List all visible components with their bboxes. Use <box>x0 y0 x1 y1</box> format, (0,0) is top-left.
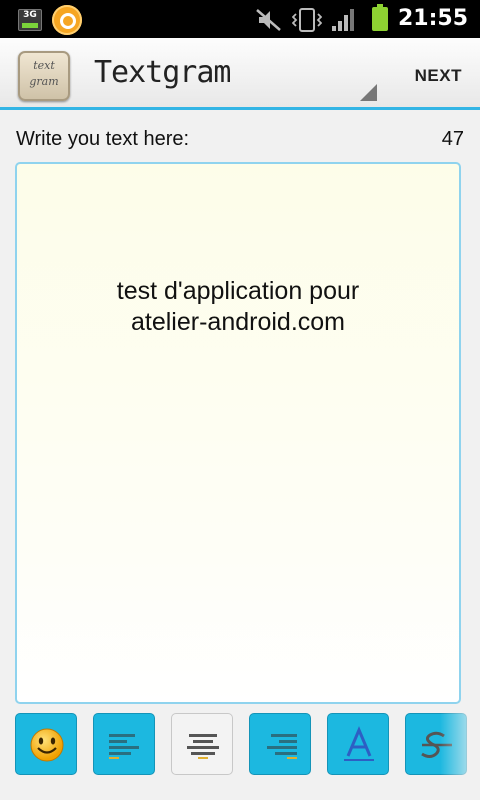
smiley-icon <box>30 728 64 762</box>
toolbar-fade <box>440 713 480 779</box>
emoji-button[interactable] <box>15 713 77 775</box>
action-bar: text gram Textgram NEXT <box>0 38 480 110</box>
battery-icon <box>372 4 388 31</box>
align-left-button[interactable] <box>93 713 155 775</box>
app-logo-line-1: text <box>33 59 55 72</box>
clock: 21:55 <box>397 6 468 31</box>
app-logo[interactable]: text gram <box>18 51 70 101</box>
char-counter: 47 <box>441 128 464 150</box>
align-right-button[interactable] <box>249 713 311 775</box>
next-button[interactable]: NEXT <box>415 66 462 86</box>
align-center-icon <box>187 734 219 759</box>
font-button[interactable] <box>327 713 389 775</box>
align-right-icon <box>267 734 297 759</box>
vibrate-icon <box>292 8 322 32</box>
text-input-area[interactable]: test d'application pour atelier-android.… <box>15 162 461 704</box>
network-label: 3G <box>23 10 37 20</box>
3g-icon: 3G <box>18 9 42 31</box>
app-title: Textgram <box>94 55 231 90</box>
align-left-icon <box>109 734 139 759</box>
app-notification-icon <box>52 5 82 35</box>
text-content[interactable]: test d'application pour atelier-android.… <box>17 276 459 338</box>
format-toolbar <box>0 713 480 779</box>
status-bar: 3G 21:55 <box>0 0 480 38</box>
signal-icon <box>332 9 354 31</box>
align-center-button[interactable] <box>171 713 233 775</box>
app-logo-line-2: gram <box>29 75 59 88</box>
mute-icon <box>256 9 281 31</box>
dropdown-indicator-icon[interactable] <box>360 84 377 101</box>
font-a-icon <box>344 726 374 761</box>
write-text-label: Write you text here: <box>16 128 190 150</box>
